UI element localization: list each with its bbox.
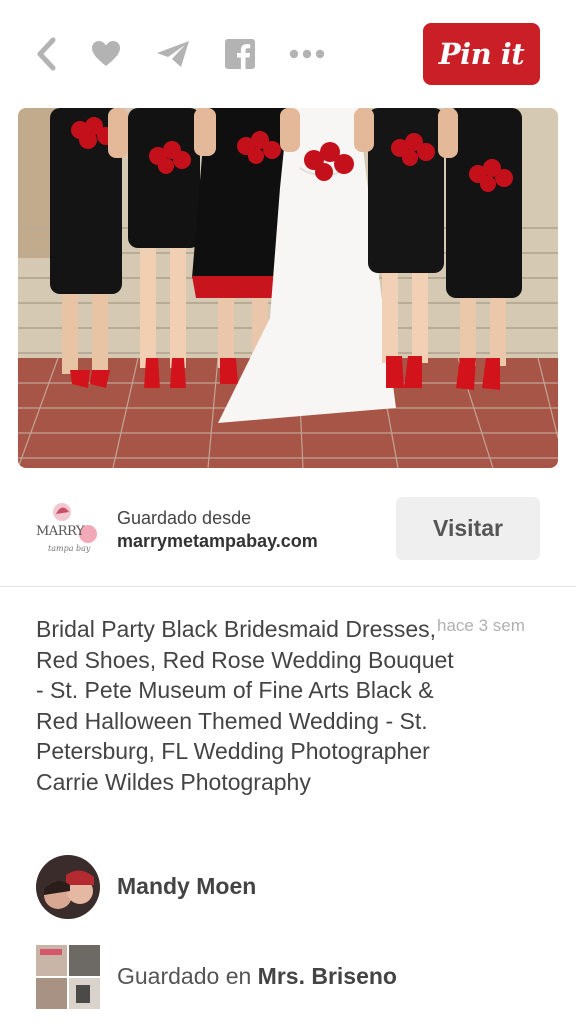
heart-icon[interactable] xyxy=(88,34,124,74)
pin-image[interactable] xyxy=(18,108,558,468)
send-icon[interactable] xyxy=(154,34,192,74)
board-name-link[interactable]: Mrs. Briseno xyxy=(258,963,397,989)
board-thumbnail[interactable] xyxy=(36,945,100,1009)
board-prefix: Guardado en xyxy=(117,963,252,989)
source-logo-text: MARRY xyxy=(36,524,84,539)
pin-timestamp: hace 3 sem xyxy=(437,616,525,635)
source-logo-subtext: tampa bay xyxy=(48,544,91,553)
source-label: Guardado desde xyxy=(117,508,252,528)
visit-button[interactable]: Visitar xyxy=(396,497,540,560)
source-domain-link[interactable]: marrymetampabay.com xyxy=(117,531,318,552)
facebook-icon[interactable] xyxy=(224,34,256,74)
pin-it-button[interactable]: Pin it xyxy=(423,23,540,85)
top-toolbar: Pin it xyxy=(0,0,576,100)
pin-description: Bridal Party Black Bridesmaid Dresses, R… xyxy=(36,616,454,795)
board-saved-line: Guardado en Mrs. Briseno xyxy=(117,963,397,990)
back-arrow-icon[interactable] xyxy=(30,34,62,74)
more-icon[interactable] xyxy=(288,34,326,74)
user-avatar[interactable] xyxy=(36,855,100,919)
divider xyxy=(0,586,576,587)
user-name[interactable]: Mandy Moen xyxy=(117,873,256,900)
